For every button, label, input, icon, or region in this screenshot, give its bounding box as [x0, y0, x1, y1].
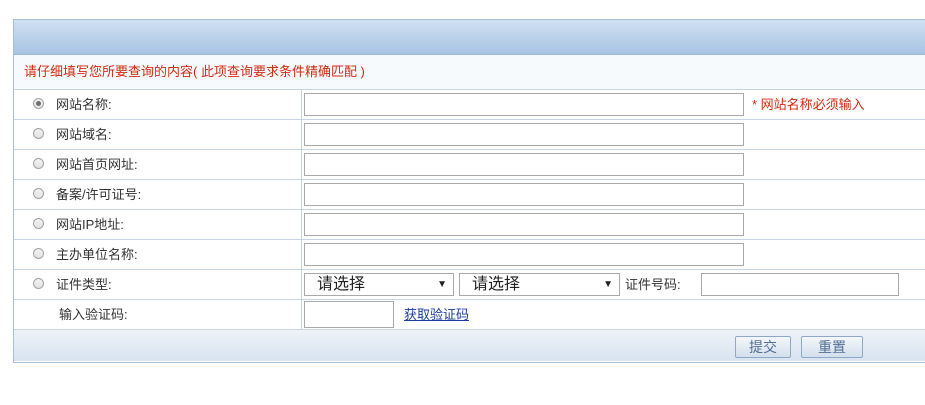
radio-site-name[interactable]	[33, 98, 44, 109]
sponsor-name-input[interactable]	[304, 243, 744, 266]
row-site-ip: 网站IP地址:	[14, 210, 925, 240]
label-captcha: 输入验证码:	[59, 307, 128, 322]
label-license-number: 备案/许可证号:	[56, 187, 142, 202]
cert-type-select-1[interactable]: 请选择 ▼	[304, 273, 454, 296]
radio-license-number[interactable]	[33, 188, 44, 199]
row-sponsor-name: 主办单位名称:	[14, 240, 925, 270]
submit-button[interactable]: 提交	[735, 336, 791, 358]
site-ip-input[interactable]	[304, 213, 744, 236]
row-homepage-url: 网站首页网址:	[14, 150, 925, 180]
chevron-down-icon: ▼	[437, 279, 447, 290]
radio-sponsor-name[interactable]	[33, 248, 44, 259]
cert-type-select-2[interactable]: 请选择 ▼	[459, 273, 620, 296]
label-cell: 主办单位名称:	[14, 240, 302, 269]
radio-site-domain[interactable]	[33, 128, 44, 139]
label-cell: 网站首页网址:	[14, 150, 302, 179]
site-domain-input[interactable]	[304, 123, 744, 146]
cert-type-select-1-value: 请选择	[317, 276, 366, 293]
label-cell: 网站名称:	[14, 90, 302, 119]
query-panel: 请仔细填写您所要查询的内容( 此项查询要求条件精确匹配 ) 网站名称: * 网站…	[13, 19, 925, 363]
cert-number-label: 证件号码:	[625, 277, 681, 292]
row-license-number: 备案/许可证号:	[14, 180, 925, 210]
label-cell: 输入验证码:	[14, 300, 302, 329]
label-site-ip: 网站IP地址:	[56, 217, 124, 232]
homepage-url-input[interactable]	[304, 153, 744, 176]
label-cell: 备案/许可证号:	[14, 180, 302, 209]
cert-number-input[interactable]	[701, 273, 899, 296]
cert-type-select-2-value: 请选择	[472, 276, 521, 293]
get-captcha-link[interactable]: 获取验证码	[404, 300, 469, 329]
required-message: * 网站名称必须输入	[752, 97, 865, 112]
panel-header	[14, 20, 925, 55]
label-cert-type: 证件类型:	[56, 277, 112, 292]
label-homepage-url: 网站首页网址:	[56, 157, 138, 172]
row-site-domain: 网站域名:	[14, 120, 925, 150]
radio-cert-type[interactable]	[33, 278, 44, 289]
row-site-name: 网站名称: * 网站名称必须输入	[14, 90, 925, 120]
row-cert-type: 证件类型: 请选择 ▼ 请选择 ▼ 证件号码:	[14, 270, 925, 300]
label-site-domain: 网站域名:	[56, 127, 112, 142]
radio-homepage-url[interactable]	[33, 158, 44, 169]
label-cell: 网站域名:	[14, 120, 302, 149]
license-number-input[interactable]	[304, 183, 744, 206]
reset-button[interactable]: 重置	[801, 336, 863, 358]
label-sponsor-name: 主办单位名称:	[56, 247, 138, 262]
query-notice: 请仔细填写您所要查询的内容( 此项查询要求条件精确匹配 )	[14, 55, 925, 90]
radio-site-ip[interactable]	[33, 218, 44, 229]
form-footer: 提交 重置	[14, 330, 925, 361]
label-cell: 网站IP地址:	[14, 210, 302, 239]
captcha-input[interactable]	[304, 301, 394, 328]
label-cell: 证件类型:	[14, 270, 302, 299]
chevron-down-icon: ▼	[603, 279, 613, 290]
site-name-input[interactable]	[304, 93, 744, 116]
label-site-name: 网站名称:	[56, 97, 112, 112]
row-captcha: 输入验证码: 获取验证码	[14, 300, 925, 330]
